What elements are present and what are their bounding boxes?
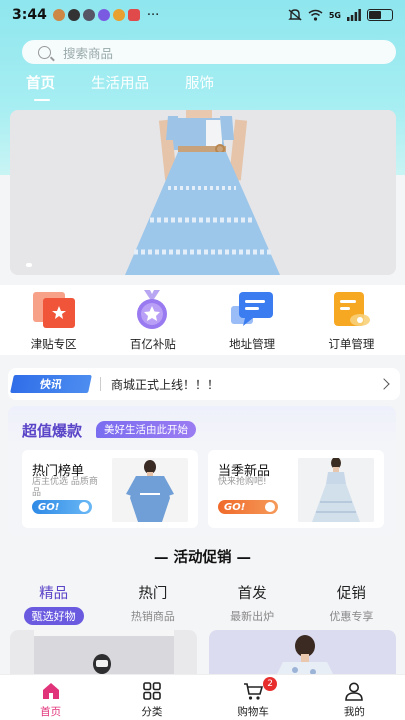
banner-dress-image [10,110,396,275]
promotions-section-title: — 活动促销 — [153,550,252,566]
tab-daily-goods[interactable]: 生活用品 [91,72,149,103]
app-notification-icon [97,9,110,21]
arrow-circle-icon [265,502,275,512]
nav-label: 购物车 [237,706,269,718]
search-placeholder: 搜索商品 [63,45,114,61]
new-season-card[interactable]: 当季新品 快来抢购吧! GO! [208,450,384,528]
product-thumbnail [112,458,188,522]
product-image [209,630,396,678]
promo-subtitle: 热销商品 [130,610,175,623]
home-icon [42,683,59,699]
app-notification-icon [52,9,65,21]
notification-icons: ··· [52,7,160,23]
nav-profile[interactable]: 我的 [314,675,394,720]
product-card[interactable] [10,630,197,678]
entry-allowance-zone[interactable]: 津贴专区 [9,285,99,355]
app-notification-icon [82,9,95,21]
nav-cart[interactable]: 2 购物车 [213,675,293,720]
more-notifications-icon: ··· [146,7,160,23]
deals-subtitle-badge: 美好生活由此开始 [96,421,196,438]
medal-icon [136,290,167,329]
entry-label: 津贴专区 [30,337,77,351]
entry-subsidy[interactable]: 百亿补贴 [108,285,198,355]
promo-tab-sale[interactable]: 促销 优惠专享 [306,582,396,625]
search-icon [38,45,51,59]
app-notification-icon [67,9,80,21]
status-time: 3:44 [12,7,47,23]
promotion-tabs: 精品 甄选好物 热门 热销商品 首发 最新出炉 促销 优惠专享 [0,582,405,625]
hot-deals-section: 超值爆款 美好生活由此开始 热门榜单 店主优选 品质商品 GO! 当季新品 快来… [8,406,396,536]
announcement-bar[interactable]: 快讯 商城正式上线！！！ [8,368,400,400]
product-image [10,630,197,678]
arrow-circle-icon [79,502,89,512]
chat-icon [231,292,274,326]
promo-title: 促销 [336,586,366,602]
promo-tab-debut[interactable]: 首发 最新出炉 [207,582,297,625]
tab-clothing[interactable]: 服饰 [185,72,214,103]
news-tag: 快讯 [10,375,92,393]
banner-carousel[interactable] [10,110,396,275]
wifi-icon [308,9,323,21]
battery-icon [367,9,393,21]
status-right: 5G [288,9,393,21]
entry-label: 订单管理 [328,337,375,351]
promo-title: 精品 [39,586,69,602]
nav-category[interactable]: 分类 [112,675,192,720]
carousel-indicator [26,263,32,267]
search-input[interactable]: 搜索商品 [22,40,396,64]
product-card[interactable] [209,630,396,678]
promo-subtitle: 甄选好物 [23,607,84,625]
promo-title: 热门 [138,586,168,602]
coupon-icon [32,292,75,328]
go-button[interactable]: GO! [32,500,92,514]
battery-level [369,11,381,19]
card-description: 快来抢购吧! [218,477,267,487]
entry-label: 百亿补贴 [129,337,176,351]
nav-label: 首页 [40,706,62,718]
promo-tab-featured[interactable]: 精品 甄选好物 [9,582,99,625]
announcement-text: 商城正式上线！！！ [111,377,220,392]
hot-ranking-card[interactable]: 热门榜单 店主优选 品质商品 GO! [22,450,198,528]
product-grid [10,630,396,678]
card-description: 店主优选 品质商品 [32,477,98,498]
bottom-navigation: 首页 分类 2 购物车 我的 [0,674,405,720]
signal-icon [347,9,361,21]
grid-icon [143,682,161,700]
go-label: GO! [224,501,246,513]
deals-title: 超值爆款 [22,422,83,440]
go-label: GO! [38,501,60,513]
promo-subtitle: 优惠专享 [329,610,374,623]
divider [100,377,101,391]
signal-text: 5G [328,10,341,20]
entry-label: 地址管理 [229,337,276,351]
weibo-icon [112,9,125,21]
quick-entries: 津贴专区 百亿补贴 地址管理 订单管理 [0,285,405,355]
category-tabs: 首页 生活用品 服饰 [26,72,214,103]
profile-icon [345,682,364,701]
order-icon [334,292,371,326]
product-thumbnail [298,458,374,522]
cart-count-badge: 2 [263,677,278,691]
promo-title: 首发 [237,586,267,602]
go-button[interactable]: GO! [218,500,278,514]
nav-label: 我的 [343,706,365,718]
cart-icon [244,683,264,700]
status-bar: 3:44 ··· 5G [0,0,405,30]
promo-subtitle: 最新出炉 [230,610,275,623]
tab-home[interactable]: 首页 [26,72,55,103]
entry-order-management[interactable]: 订单管理 [306,285,396,355]
app-notification-icon [127,9,140,21]
promo-tab-hot[interactable]: 热门 热销商品 [108,582,198,625]
entry-address-management[interactable]: 地址管理 [207,285,297,355]
nav-label: 分类 [141,706,163,718]
mute-icon [288,9,302,21]
chevron-right-icon [378,378,390,390]
nav-home[interactable]: 首页 [11,675,91,720]
